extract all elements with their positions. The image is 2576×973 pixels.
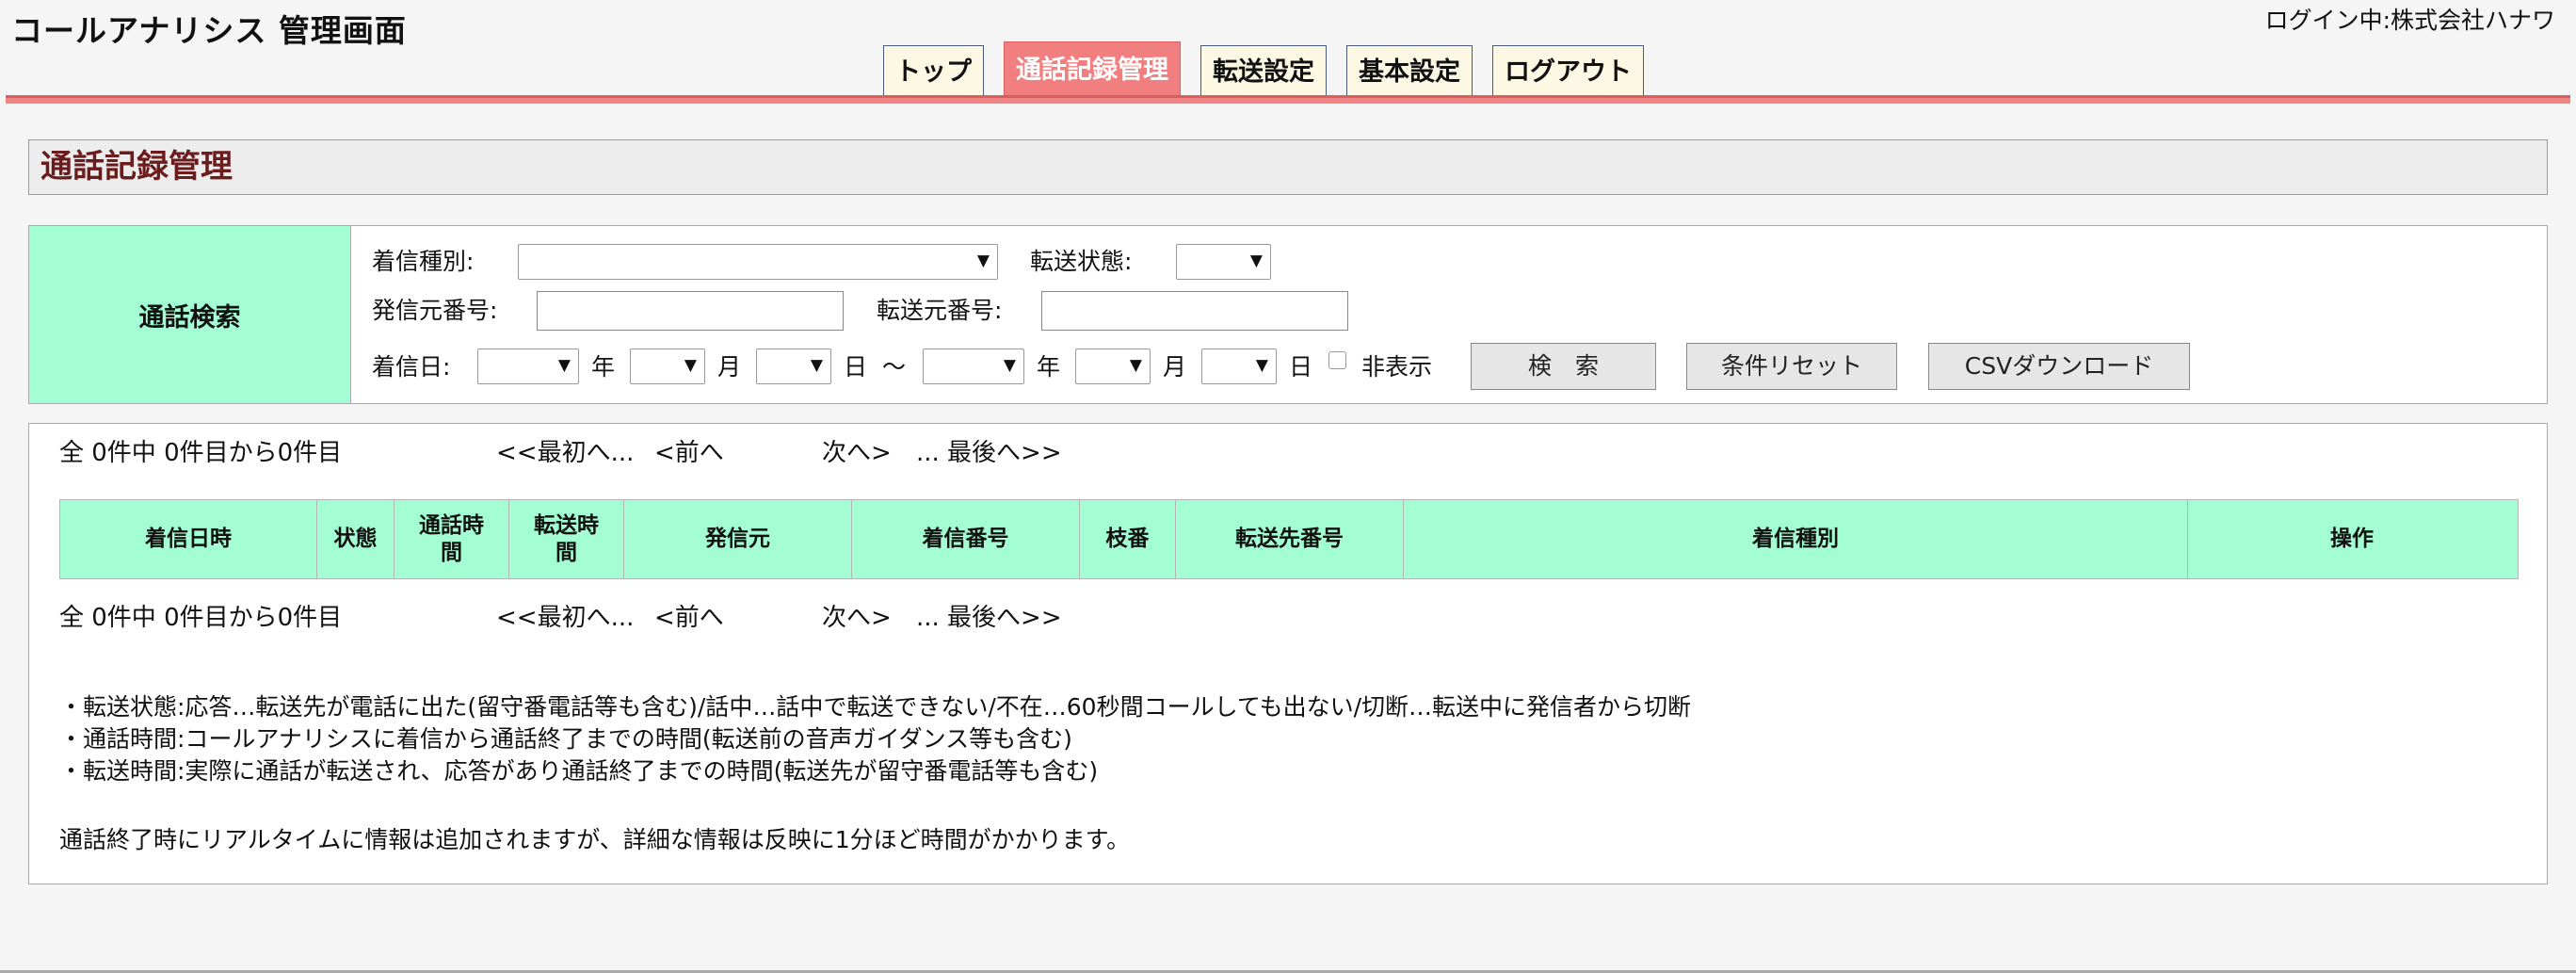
from-year-select[interactable] — [477, 349, 579, 384]
from-month-select[interactable] — [630, 349, 705, 384]
results-table-header: 着信日時 状態 通話時間 転送時間 発信元 着信番号 枝番 転送先番号 着信種別… — [59, 499, 2519, 579]
pager-next-link[interactable]: 次へ> — [822, 598, 892, 633]
transfer-source-input[interactable] — [1041, 291, 1348, 331]
to-day-unit: 日 — [1289, 353, 1313, 381]
to-year-unit: 年 — [1037, 353, 1061, 381]
to-month-unit: 月 — [1163, 353, 1187, 381]
result-summary: 全 0件中 0件目から0件目 — [59, 604, 343, 632]
results-panel: 全 0件中 0件目から0件目 <<最初へ... <前へ 次へ> ... 最後へ>… — [28, 423, 2548, 884]
to-day-select[interactable] — [1201, 349, 1277, 384]
from-day-select[interactable] — [756, 349, 831, 384]
col-transfer-destination: 転送先番号 — [1176, 500, 1404, 578]
date-range-separator: 〜 — [882, 353, 907, 381]
search-panel: 通話検索 着信種別: 転送状態: 発信元番号: 転送元番号: 着信日: 年 月 … — [28, 225, 2548, 404]
realtime-update-note: 通話終了時にリアルタイムに情報は追加されますが、詳細な情報は反映に1分ほど時間が… — [59, 826, 1131, 853]
tab-transfer-settings[interactable]: 転送設定 — [1200, 45, 1327, 100]
login-info: ログイン中:株式会社ハナワ — [2264, 7, 2555, 34]
pager-prev-link[interactable]: <前へ — [654, 433, 724, 468]
col-transfer-duration: 転送時間 — [509, 500, 624, 578]
page-title: 通話記録管理 — [28, 139, 2548, 195]
tab-call-records[interactable]: 通話記録管理 — [1004, 41, 1181, 100]
from-month-unit: 月 — [717, 353, 742, 381]
date-label: 着信日: — [372, 353, 451, 381]
hide-label: 非表示 — [1361, 353, 1433, 381]
call-type-select[interactable] — [518, 244, 998, 280]
col-received-at: 着信日時 — [60, 500, 317, 578]
col-call-type: 着信種別 — [1404, 500, 2188, 578]
col-received-number: 着信番号 — [852, 500, 1080, 578]
to-year-select[interactable] — [923, 349, 1024, 384]
transfer-status-label: 転送状態: — [1030, 248, 1133, 275]
csv-download-button[interactable]: CSVダウンロード — [1928, 343, 2190, 390]
search-button[interactable]: 検 索 — [1471, 343, 1656, 390]
to-month-select[interactable] — [1075, 349, 1151, 384]
pager-next-link[interactable]: 次へ> — [822, 433, 892, 468]
col-status: 状態 — [317, 500, 394, 578]
col-branch-number: 枝番 — [1080, 500, 1176, 578]
col-caller: 発信元 — [624, 500, 852, 578]
tab-top[interactable]: トップ — [883, 45, 984, 100]
main-nav: トップ 通話記録管理 転送設定 基本設定 ログアウト — [883, 41, 1664, 100]
caller-number-input[interactable] — [537, 291, 844, 331]
pager-prev-link[interactable]: <前へ — [654, 598, 724, 633]
search-section-label: 通話検索 — [29, 226, 351, 403]
col-call-duration: 通話時間 — [394, 500, 509, 578]
pager-first-link[interactable]: <<最初へ... — [496, 598, 634, 633]
call-type-label: 着信種別: — [372, 248, 475, 275]
pager-last-link[interactable]: ... 最後へ>> — [916, 433, 1062, 468]
legend-notes: ・転送状態:応答…転送先が電話に出た(留守番電話等も含む)/話中…話中で転送でき… — [59, 691, 1691, 787]
tab-logout[interactable]: ログアウト — [1492, 45, 1644, 100]
reset-conditions-button[interactable]: 条件リセット — [1686, 343, 1897, 390]
note-transfer-duration: ・転送時間:実際に通話が転送され、応答があり通話終了までの時間(転送先が留守番電… — [59, 757, 1099, 785]
app-title: コールアナリシス 管理画面 — [11, 12, 407, 49]
pager-last-link[interactable]: ... 最後へ>> — [916, 598, 1062, 633]
tab-basic-settings[interactable]: 基本設定 — [1346, 45, 1473, 100]
from-year-unit: 年 — [591, 353, 616, 381]
col-actions: 操作 — [2330, 527, 2374, 551]
note-call-duration: ・通話時間:コールアナリシスに着信から通話終了までの時間(転送前の音声ガイダンス… — [59, 725, 1072, 753]
note-transfer-status: ・転送状態:応答…転送先が電話に出た(留守番電話等も含む)/話中…話中で転送でき… — [59, 693, 1692, 721]
hide-checkbox[interactable] — [1328, 351, 1346, 369]
caller-number-label: 発信元番号: — [372, 297, 498, 324]
transfer-source-label: 転送元番号: — [877, 297, 1003, 324]
transfer-status-select[interactable] — [1176, 244, 1271, 280]
from-day-unit: 日 — [844, 353, 868, 381]
nav-underline — [6, 95, 2570, 104]
result-summary: 全 0件中 0件目から0件目 — [59, 439, 343, 467]
pager-first-link[interactable]: <<最初へ... — [496, 433, 634, 468]
